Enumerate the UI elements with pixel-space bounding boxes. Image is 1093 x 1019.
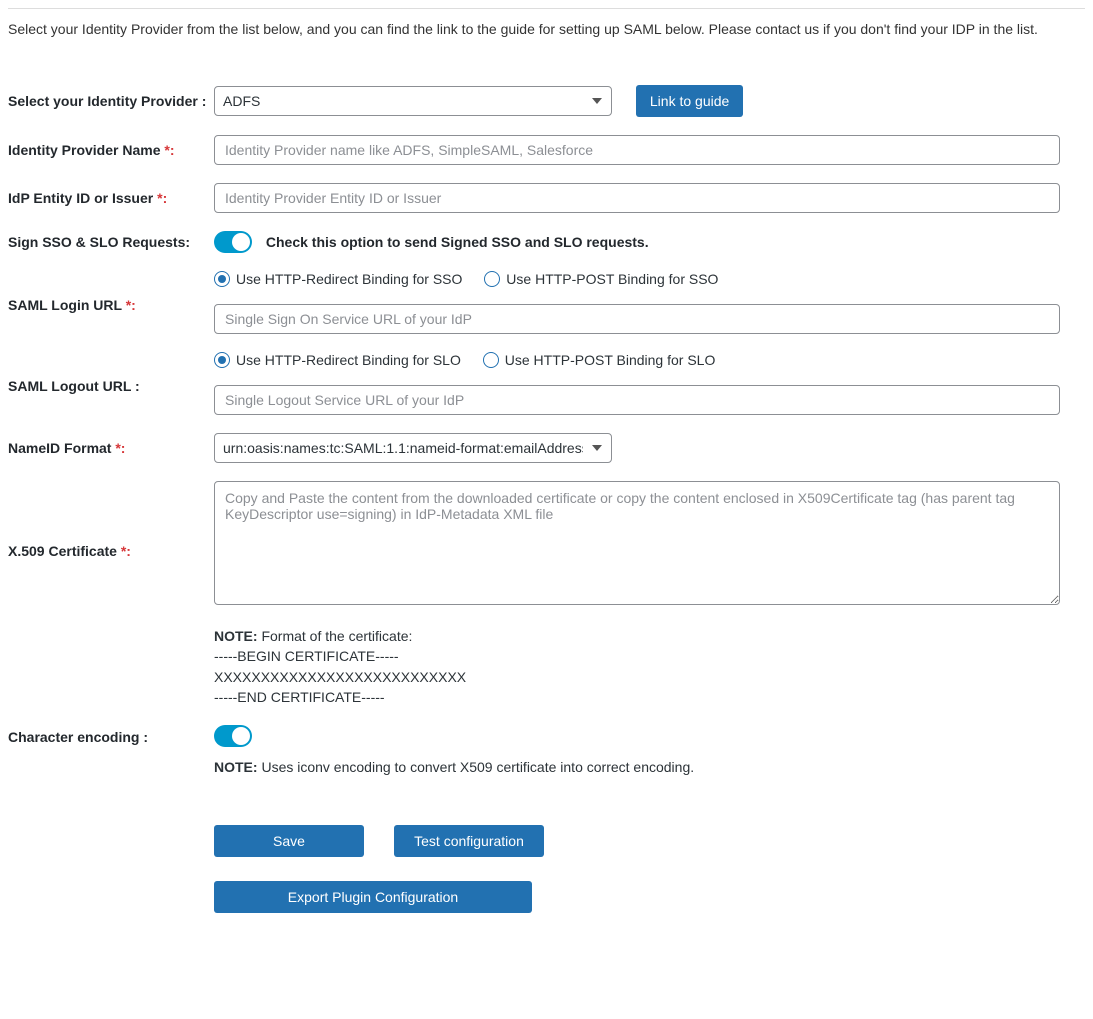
sso-redirect-radio[interactable] [214,271,230,287]
slo-redirect-radio[interactable] [214,352,230,368]
char-encoding-note: NOTE: Uses iconv encoding to convert X50… [214,757,1060,777]
slo-post-radio[interactable] [483,352,499,368]
label-idp-entity: IdP Entity ID or Issuer *: [8,190,214,206]
sign-requests-help: Check this option to send Signed SSO and… [266,234,649,250]
x509-note: NOTE: Format of the certificate: -----BE… [214,626,1060,707]
slo-redirect-label: Use HTTP-Redirect Binding for SLO [236,352,461,368]
idp-name-input[interactable] [214,135,1060,165]
sign-requests-toggle[interactable] [214,231,252,253]
row-saml-logout: SAML Logout URL : Use HTTP-Redirect Bind… [8,352,1085,415]
char-encoding-toggle[interactable] [214,725,252,747]
label-idp-name: Identity Provider Name *: [8,142,214,158]
label-saml-logout: SAML Logout URL : [8,352,214,394]
row-saml-login: SAML Login URL *: Use HTTP-Redirect Bind… [8,271,1085,334]
sso-post-label: Use HTTP-POST Binding for SSO [506,271,718,287]
export-plugin-configuration-button[interactable]: Export Plugin Configuration [214,881,532,913]
save-button[interactable]: Save [214,825,364,857]
row-char-encoding: Character encoding : NOTE: Uses iconv en… [8,725,1085,777]
test-configuration-button[interactable]: Test configuration [394,825,544,857]
label-select-idp: Select your Identity Provider : [8,93,214,109]
row-sign-requests: Sign SSO & SLO Requests: Check this opti… [8,231,1085,253]
link-to-guide-button[interactable]: Link to guide [636,85,743,117]
label-char-encoding: Character encoding : [8,725,214,745]
sso-redirect-label: Use HTTP-Redirect Binding for SSO [236,271,462,287]
idp-entity-input[interactable] [214,183,1060,213]
row-actions: Save Test configuration Export Plugin Co… [8,795,1085,913]
intro-text: Select your Identity Provider from the l… [8,8,1085,67]
row-select-idp: Select your Identity Provider : ADFS Lin… [8,85,1085,117]
saml-login-input[interactable] [214,304,1060,334]
label-x509: X.509 Certificate *: [8,481,214,559]
row-x509: X.509 Certificate *: NOTE: Format of the… [8,481,1085,707]
label-saml-login: SAML Login URL *: [8,271,214,313]
sso-post-radio[interactable] [484,271,500,287]
slo-post-label: Use HTTP-POST Binding for SLO [505,352,716,368]
row-idp-name: Identity Provider Name *: [8,135,1085,165]
select-idp[interactable]: ADFS [214,86,612,116]
label-sign-requests: Sign SSO & SLO Requests: [8,234,214,250]
row-idp-entity: IdP Entity ID or Issuer *: [8,183,1085,213]
row-nameid: NameID Format *: urn:oasis:names:tc:SAML… [8,433,1085,463]
saml-logout-input[interactable] [214,385,1060,415]
nameid-select[interactable]: urn:oasis:names:tc:SAML:1.1:nameid-forma… [214,433,612,463]
label-nameid: NameID Format *: [8,440,214,456]
x509-textarea[interactable] [214,481,1060,605]
